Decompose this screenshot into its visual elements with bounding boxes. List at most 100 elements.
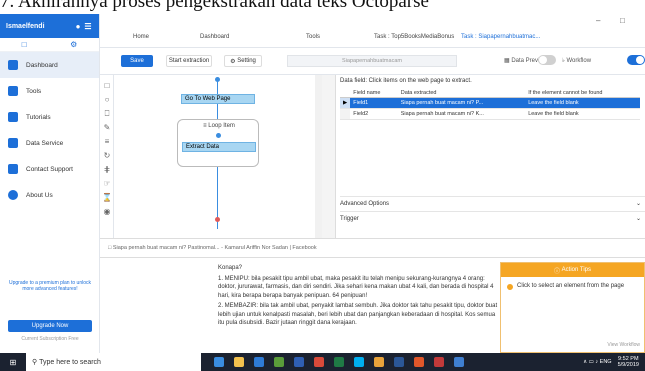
tab-home[interactable]: Home xyxy=(133,34,149,40)
collapse-menu-icon[interactable]: ☰ xyxy=(83,22,93,31)
url-input[interactable]: Siapapernahbuatmacam xyxy=(287,55,457,67)
data-preview-toggle[interactable] xyxy=(538,55,556,65)
web-heading[interactable]: Konapa? xyxy=(218,264,500,273)
sidebar-header: Ismaelfendi ● ☰ xyxy=(0,14,99,38)
field-name-cell[interactable]: Field1 xyxy=(350,97,398,109)
loop-item-text: Loop Item xyxy=(208,123,235,129)
setting-button[interactable]: ⚙ Setting xyxy=(224,55,262,67)
canvas-scrollbar[interactable] xyxy=(315,75,322,238)
mail-icon[interactable] xyxy=(294,357,304,367)
sidebar-item-contact-support[interactable]: Contact Support xyxy=(0,156,99,182)
column-header: Data extracted xyxy=(397,89,526,98)
acrobat-icon[interactable] xyxy=(434,357,444,367)
powerpoint-icon[interactable] xyxy=(314,357,324,367)
table-row[interactable]: ▶ Field1 Siapa pernah buat macam ni? P..… xyxy=(340,97,640,109)
field-name-cell[interactable]: Field2 xyxy=(350,108,398,120)
clock[interactable]: 9:52 PM 5/9/2019 xyxy=(618,356,639,368)
tip-dot-icon xyxy=(507,284,513,290)
person-icon xyxy=(8,190,18,200)
tool-column: □ ○ ⎕ ✎ ≡ ↻ ⋕ ☞ ⌛ ◉ xyxy=(100,75,114,238)
cursor-icon[interactable]: ☞ xyxy=(102,179,112,189)
upgrade-text: Upgrade to a premium plan to unlock more… xyxy=(9,280,91,292)
sidebar-item-data-service[interactable]: Data Service xyxy=(0,130,99,156)
square-icon[interactable]: □ xyxy=(102,81,112,91)
user-menu-icon[interactable]: ● xyxy=(73,22,83,31)
caption-text: 7. Akhirannya proses pengekstrakan data … xyxy=(0,0,429,12)
input-text-icon[interactable]: ≡ xyxy=(102,137,112,147)
fallback-select[interactable]: Leave the field blank xyxy=(525,97,640,109)
skype-icon[interactable] xyxy=(354,357,364,367)
extract-data-node[interactable]: Extract Data xyxy=(182,142,256,152)
tab-tools[interactable]: Tools xyxy=(306,34,320,40)
browser-page-title: Siapa pernah buat macam ni? Pastinomal..… xyxy=(112,245,317,251)
data-cell: Siapa pernah buat macam ni? K... xyxy=(397,108,526,120)
tab-task-siapa[interactable]: Task : Siapapernahbuatmac... xyxy=(461,34,540,40)
indicator-header xyxy=(340,89,351,98)
tab-dashboard[interactable]: Dashboard xyxy=(200,34,229,40)
web-paragraph[interactable]: 1. MENIPU: bila pesakit tipu ambil ubat,… xyxy=(218,275,500,301)
advanced-options-row[interactable]: Advanced Options ⌄ xyxy=(340,196,645,210)
chevron-down-icon: ⌄ xyxy=(635,216,641,222)
sidebar-item-tutorials[interactable]: Tutorials xyxy=(0,104,99,130)
workflow-label: ♭ Workflow xyxy=(562,58,592,64)
web-page-content[interactable]: Konapa? 1. MENIPU: bila pesakit tipu amb… xyxy=(214,258,504,353)
web-paragraph[interactable]: 2. MEMBAZIR: bila tak ambil ubat, penyak… xyxy=(218,302,500,328)
tab-bar: Home Dashboard Tools Task : Top5BooksMed… xyxy=(100,14,645,48)
store-icon[interactable] xyxy=(274,357,284,367)
fallback-select[interactable]: Leave the field blank xyxy=(525,108,640,120)
language-indicator[interactable]: ENG xyxy=(600,359,612,365)
taskbar-search[interactable]: ⚲ Type here to search xyxy=(26,353,201,371)
trigger-row[interactable]: Trigger ⌄ xyxy=(340,211,645,225)
taskbar-search-placeholder: Type here to search xyxy=(39,358,101,366)
view-workflow-link[interactable]: View Workflow xyxy=(607,342,640,348)
edge-icon[interactable] xyxy=(254,357,264,367)
octoparse-icon[interactable] xyxy=(454,357,464,367)
restore-icon[interactable]: □ xyxy=(620,16,625,25)
username[interactable]: Ismaelfendi xyxy=(6,23,73,30)
file-explorer-icon[interactable] xyxy=(234,357,244,367)
sidebar-toolbar: □ ⚙ xyxy=(0,38,99,52)
sidebar-item-label: Contact Support xyxy=(26,165,73,173)
excel-icon[interactable] xyxy=(334,357,344,367)
panel-splitter[interactable] xyxy=(322,75,336,238)
column-header: If the element cannot be found xyxy=(525,89,640,98)
sidebar-item-about-us[interactable]: About Us xyxy=(0,182,99,208)
sidebar-item-label: Tools xyxy=(26,87,42,95)
info-icon: ⓘ xyxy=(553,268,562,275)
edit-icon[interactable]: ✎ xyxy=(102,123,112,133)
octoparse-screen: 7. Akhirannya proses pengekstrakan data … xyxy=(0,0,645,371)
sidebar-item-label: Tutorials xyxy=(26,113,51,121)
action-tips-body: Click to select an element from the page xyxy=(501,277,644,296)
data-cell: Siapa pernah buat macam ni? P... xyxy=(397,97,526,109)
loop-item-node[interactable]: ≡ Loop Item Extract Data xyxy=(177,119,259,167)
record-icon[interactable]: ◉ xyxy=(102,207,112,217)
go-to-web-page-node[interactable]: Go To Web Page xyxy=(181,94,255,104)
word-icon[interactable] xyxy=(394,357,404,367)
tray-icons[interactable]: ∧ ▭ ♪ xyxy=(583,359,598,365)
extract-icon[interactable]: ⎕ xyxy=(102,109,112,119)
windows-start-icon[interactable]: ⊞ xyxy=(6,353,20,371)
task-view-icon[interactable] xyxy=(214,357,224,367)
sidebar-item-label: Dashboard xyxy=(26,61,58,69)
firefox-icon[interactable] xyxy=(414,357,424,367)
tab-task-top5[interactable]: Task : Top5BooksMediaBonus xyxy=(374,34,454,40)
save-button[interactable]: Save xyxy=(121,55,153,67)
minimize-icon[interactable]: – xyxy=(596,16,600,25)
settings-icon[interactable]: ⚙ xyxy=(70,40,77,49)
window-icon[interactable]: □ xyxy=(22,40,27,49)
click-icon[interactable]: ○ xyxy=(102,95,112,105)
loop-icon[interactable]: ↻ xyxy=(102,151,112,161)
workflow-toggle[interactable] xyxy=(627,55,645,65)
table-row[interactable]: Field2 Siapa pernah buat macam ni? K... … xyxy=(340,108,640,120)
branch-icon[interactable]: ⋕ xyxy=(102,165,112,175)
action-tips-header: ⓘ Action Tips xyxy=(501,263,644,277)
caption: 7. Akhirannya proses pengekstrakan data … xyxy=(0,0,645,14)
start-extraction-button[interactable]: Start extraction xyxy=(166,55,212,67)
chrome-icon[interactable] xyxy=(374,357,384,367)
sidebar-item-dashboard[interactable]: Dashboard xyxy=(0,52,99,78)
sidebar-item-tools[interactable]: Tools xyxy=(0,78,99,104)
workflow-text: Workflow xyxy=(566,58,592,64)
wait-icon[interactable]: ⌛ xyxy=(102,193,112,203)
workflow-canvas[interactable]: Go To Web Page ≡ Loop Item Extract Data xyxy=(115,75,322,238)
upgrade-now-button[interactable]: Upgrade Now xyxy=(8,320,92,332)
